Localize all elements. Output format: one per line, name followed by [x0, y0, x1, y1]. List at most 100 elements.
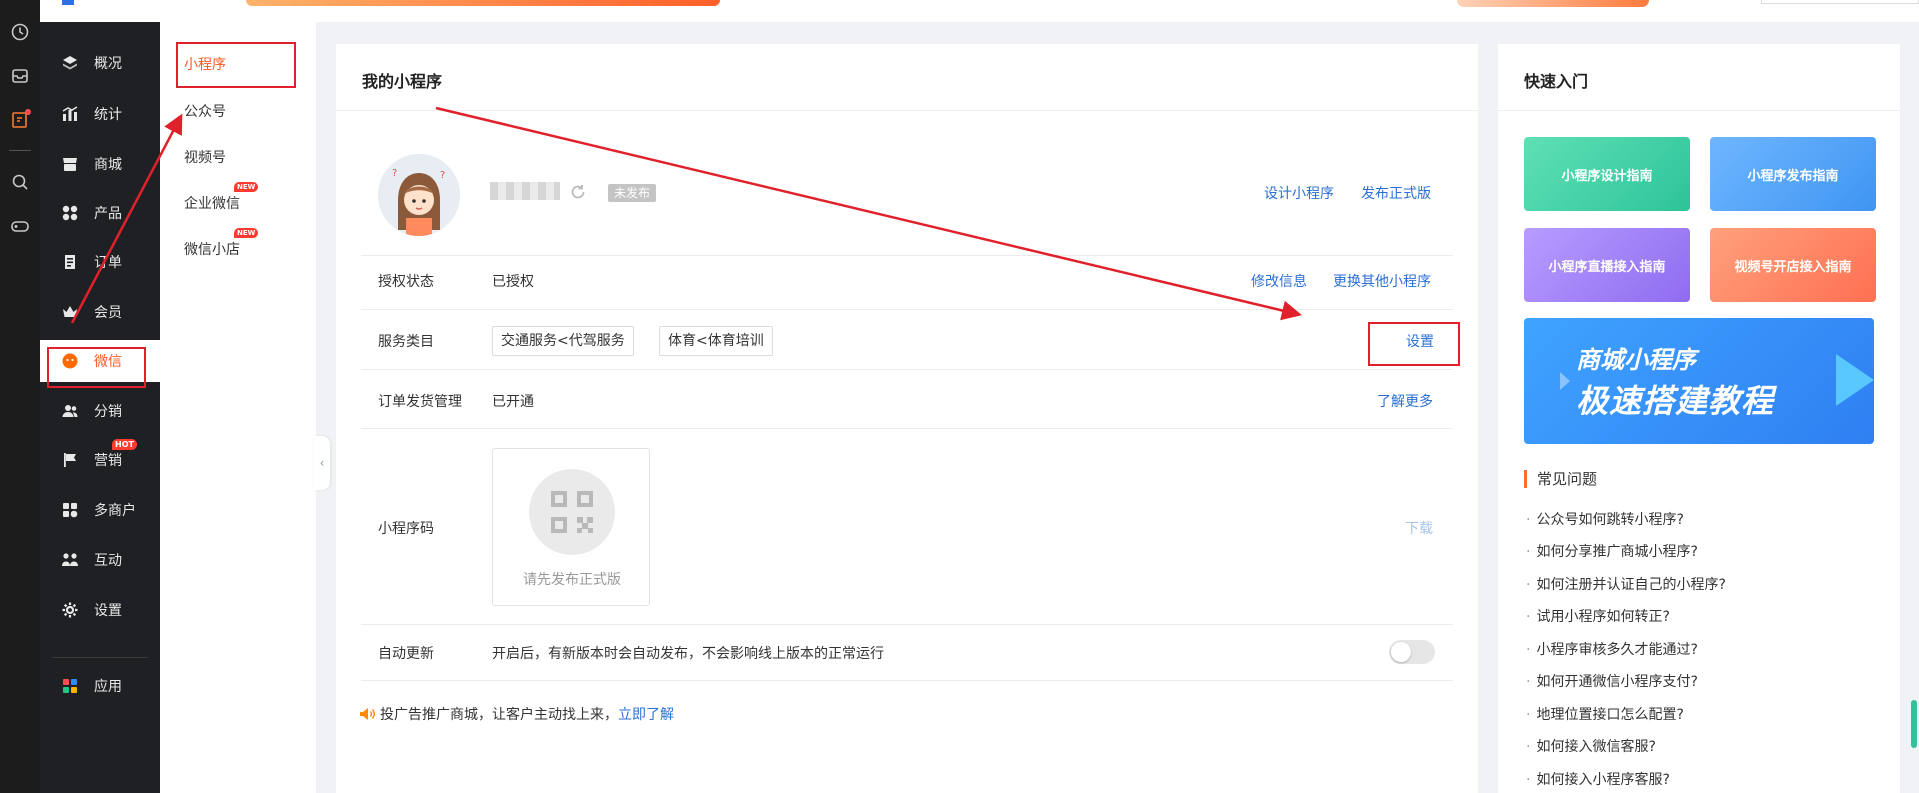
guide-tile-publish[interactable]: 小程序发布指南 — [1710, 137, 1876, 211]
sidebar-item-label: 设置 — [94, 603, 122, 619]
design-miniprogram-link[interactable]: 设计小程序 — [1264, 183, 1334, 203]
row-divider — [361, 624, 1453, 625]
sidebar-item-order[interactable]: 订单 — [40, 241, 160, 283]
faq-item[interactable]: 地理位置接口怎么配置? — [1526, 704, 1683, 724]
ad-learn-now-link[interactable]: 立即了解 — [618, 704, 674, 724]
sidebar-item-label: 产品 — [94, 206, 122, 222]
order-shipping-label: 订单发货管理 — [378, 394, 462, 410]
top-promo-banner[interactable] — [246, 0, 720, 6]
publish-release-link[interactable]: 发布正式版 — [1361, 183, 1431, 203]
service-category-tag: 交通服务<代驾服务 — [492, 326, 634, 356]
sidebar-divider — [52, 657, 148, 658]
subnav-item-label: 微信小店 — [184, 242, 240, 258]
apps-icon — [60, 676, 80, 696]
search-icon[interactable] — [8, 170, 32, 194]
sidebar-item-label: 概况 — [94, 56, 122, 72]
sidebar-collapse-button[interactable]: ‹ — [314, 436, 330, 490]
sidebar-item-label: 订单 — [94, 255, 122, 271]
new-badge: NEW — [234, 228, 259, 238]
learn-more-link[interactable]: 了解更多 — [1377, 391, 1433, 411]
gear-icon — [60, 600, 80, 620]
sidebar-item-multi-merchant[interactable]: 多商户 — [40, 489, 160, 531]
arrow-icon — [1560, 372, 1570, 390]
hot-badge: HOT — [112, 439, 137, 450]
sidebar-item-settings[interactable]: 设置 — [40, 589, 160, 631]
sidebar-item-label: 多商户 — [94, 503, 136, 519]
title-divider — [1498, 110, 1900, 111]
clock-icon[interactable] — [8, 20, 32, 44]
faq-item[interactable]: 如何注册并认证自己的小程序? — [1526, 574, 1725, 594]
top-search-box[interactable] — [1761, 0, 1919, 4]
subnav-item-channels[interactable]: 视频号 — [184, 147, 226, 167]
download-qrcode-link[interactable]: 下载 — [1405, 518, 1433, 538]
title-divider — [336, 110, 1478, 111]
sidebar-item-label: 应用 — [94, 679, 122, 695]
flag-icon — [60, 450, 80, 470]
guide-tile-design[interactable]: 小程序设计指南 — [1524, 137, 1690, 211]
my-miniprogram-card: 我的小程序 ? ? 未发布 设计小程序 发布正式版 授权状态 已授权 修改信息 … — [336, 44, 1478, 793]
auto-update-description: 开启后，有新版本时会自动发布，不会影响线上版本的正常运行 — [492, 646, 884, 662]
subnav-item-official-account[interactable]: 公众号 — [184, 101, 226, 121]
sidebar-item-store[interactable]: 商城 — [40, 143, 160, 185]
edit-info-link[interactable]: 修改信息 — [1251, 271, 1307, 291]
switch-miniprogram-link[interactable]: 更换其他小程序 — [1333, 271, 1431, 291]
subnav-item-wechat-shop[interactable]: 微信小店 NEW — [184, 228, 259, 259]
qrcode-label: 小程序码 — [378, 521, 434, 537]
subnav-item-label: 企业微信 — [184, 196, 240, 212]
scrollbar-thumb[interactable] — [1911, 700, 1917, 748]
annotation-box-settings — [1368, 322, 1460, 366]
guide-tile-channels-shop[interactable]: 视频号开店接入指南 — [1710, 228, 1876, 302]
sidebar-item-marketing[interactable]: 营销 HOT — [40, 439, 160, 481]
sidebar-item-interaction[interactable]: 互动 — [40, 539, 160, 581]
sidebar-item-label: 分销 — [94, 404, 122, 420]
store-icon — [60, 154, 80, 174]
faq-item[interactable]: 如何开通微信小程序支付? — [1526, 671, 1697, 691]
service-category-label: 服务类目 — [378, 334, 434, 350]
miniprogram-avatar: ? ? — [378, 154, 460, 236]
sidebar-item-overview[interactable]: 概况 — [40, 42, 160, 84]
sidebar-item-label: 营销 — [94, 453, 122, 469]
sidebar-item-label: 互动 — [94, 553, 122, 569]
gamepad-icon[interactable] — [8, 214, 32, 238]
faq-item[interactable]: 如何分享推广商城小程序? — [1526, 541, 1697, 561]
page-title: 我的小程序 — [362, 72, 443, 91]
auth-status-label: 授权状态 — [378, 274, 434, 290]
inbox-icon[interactable] — [8, 64, 32, 88]
rail-divider — [9, 150, 31, 151]
users-icon — [60, 401, 80, 421]
play-icon — [1836, 354, 1874, 406]
tutorial-banner[interactable]: 商城小程序 极速搭建教程 — [1524, 318, 1874, 444]
crown-icon — [60, 302, 80, 322]
svg-text:?: ? — [440, 170, 445, 181]
subnav-item-wecom[interactable]: 企业微信 NEW — [184, 182, 259, 213]
refresh-icon[interactable] — [568, 182, 588, 202]
miniprogram-icon[interactable] — [8, 108, 32, 132]
notification-dot — [25, 109, 31, 115]
quick-start-title: 快速入门 — [1524, 72, 1589, 91]
sidebar-item-member[interactable]: 会员 — [40, 291, 160, 333]
sidebar-item-apps[interactable]: 应用 — [40, 665, 160, 707]
sidebar-item-stats[interactable]: 统计 — [40, 93, 160, 135]
annotation-box-miniprogram — [176, 42, 296, 88]
auto-update-toggle[interactable] — [1389, 640, 1435, 664]
faq-item[interactable]: 如何接入微信客服? — [1526, 736, 1655, 756]
miniprogram-name-blurred — [490, 182, 560, 200]
order-icon — [60, 252, 80, 272]
new-badge: NEW — [234, 182, 259, 192]
faq-item[interactable]: 试用小程序如何转正? — [1526, 606, 1669, 626]
sidebar-item-label: 统计 — [94, 107, 122, 123]
qrcode-icon — [529, 469, 615, 555]
faq-item[interactable]: 公众号如何跳转小程序? — [1526, 509, 1683, 529]
app-rail — [0, 0, 40, 793]
row-divider — [361, 428, 1453, 429]
guide-tile-live[interactable]: 小程序直播接入指南 — [1524, 228, 1690, 302]
logo-fragment — [62, 0, 74, 5]
main-sidebar: 概况 统计 商城 产品 订单 会员 微信 分销 营销 HOT 多商户 互动 设置… — [40, 22, 160, 793]
banner-line-1: 商城小程序 — [1576, 346, 1696, 374]
top-promo-banner-2[interactable] — [1457, 0, 1649, 7]
faq-item[interactable]: 小程序审核多久才能通过? — [1526, 639, 1697, 659]
faq-item[interactable]: 如何接入小程序客服? — [1526, 769, 1669, 789]
sidebar-item-distribution[interactable]: 分销 — [40, 390, 160, 432]
product-icon — [60, 203, 80, 223]
sidebar-item-product[interactable]: 产品 — [40, 192, 160, 234]
